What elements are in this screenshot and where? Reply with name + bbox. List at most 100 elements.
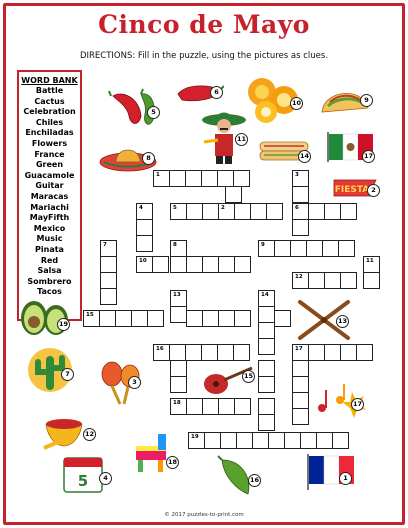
grid-cell[interactable]: 2	[218, 203, 235, 220]
grid-cell[interactable]: 3	[292, 170, 309, 187]
grid-cell[interactable]	[258, 398, 275, 415]
grid-cell[interactable]	[258, 360, 275, 377]
grid-cell[interactable]: 18	[170, 398, 187, 415]
grid-cell[interactable]	[324, 344, 341, 361]
grid-cell[interactable]: 8	[170, 240, 187, 257]
grid-cell[interactable]	[201, 170, 218, 187]
grid-cell[interactable]	[147, 310, 164, 327]
grid-cell[interactable]	[186, 203, 203, 220]
grid-cell[interactable]	[292, 219, 309, 236]
grid-cell[interactable]	[284, 432, 301, 449]
grid-cell[interactable]	[290, 240, 307, 257]
grid-cell[interactable]	[340, 272, 357, 289]
grid-cell[interactable]	[236, 432, 253, 449]
grid-cell[interactable]	[185, 170, 202, 187]
grid-cell[interactable]	[308, 344, 325, 361]
grid-cell[interactable]: 13	[170, 290, 187, 307]
grid-cell[interactable]	[186, 310, 203, 327]
grid-cell[interactable]	[340, 203, 357, 220]
grid-cell[interactable]	[185, 344, 202, 361]
grid-cell[interactable]	[274, 310, 291, 327]
grid-cell[interactable]	[218, 256, 235, 273]
grid-cell[interactable]	[204, 432, 221, 449]
grid-cell[interactable]	[324, 272, 341, 289]
grid-cell[interactable]	[268, 432, 285, 449]
grid-cell[interactable]	[170, 306, 187, 323]
grid-cell[interactable]	[131, 310, 148, 327]
grid-cell[interactable]: 4	[136, 203, 153, 220]
grid-cell[interactable]	[308, 272, 325, 289]
grid-cell[interactable]	[152, 256, 169, 273]
grid-cell[interactable]	[306, 240, 323, 257]
grid-cell[interactable]: 9	[258, 240, 275, 257]
grid-cell[interactable]	[258, 322, 275, 339]
grid-cell[interactable]	[202, 310, 219, 327]
grid-cell[interactable]: 17	[292, 344, 309, 361]
grid-cell[interactable]	[322, 240, 339, 257]
grid-cell[interactable]	[170, 256, 187, 273]
grid-cell[interactable]	[252, 432, 269, 449]
grid-cell[interactable]	[218, 310, 235, 327]
grid-cell[interactable]	[100, 256, 117, 273]
grid-cell[interactable]	[100, 288, 117, 305]
grid-cell[interactable]	[217, 344, 234, 361]
grid-cell[interactable]	[363, 272, 380, 289]
grid-cell[interactable]	[100, 272, 117, 289]
grid-cell[interactable]	[292, 408, 309, 425]
grid-cell[interactable]	[338, 240, 355, 257]
grid-cell[interactable]: 1	[153, 170, 170, 187]
grid-cell[interactable]	[292, 376, 309, 393]
grid-cell[interactable]	[258, 414, 275, 431]
grid-cell[interactable]	[99, 310, 116, 327]
grid-cell[interactable]	[258, 306, 275, 323]
grid-cell[interactable]	[218, 398, 235, 415]
grid-cell[interactable]	[186, 398, 203, 415]
grid-cell[interactable]: 16	[153, 344, 170, 361]
grid-cell[interactable]	[292, 186, 309, 203]
grid-cell[interactable]	[233, 170, 250, 187]
grid-cell[interactable]	[250, 203, 267, 220]
grid-cell[interactable]	[136, 219, 153, 236]
grid-cell[interactable]	[170, 376, 187, 393]
grid-cell[interactable]	[169, 344, 186, 361]
grid-cell[interactable]: 7	[100, 240, 117, 257]
grid-cell[interactable]: 5	[170, 203, 187, 220]
grid-cell[interactable]	[340, 344, 357, 361]
grid-cell[interactable]	[234, 256, 251, 273]
grid-cell[interactable]	[308, 203, 325, 220]
grid-cell[interactable]	[316, 432, 333, 449]
grid-cell[interactable]	[274, 240, 291, 257]
grid-cell[interactable]	[234, 398, 251, 415]
grid-cell[interactable]	[170, 360, 187, 377]
grid-cell[interactable]	[234, 203, 251, 220]
grid-cell[interactable]	[266, 203, 283, 220]
grid-cell[interactable]	[324, 203, 341, 220]
grid-cell[interactable]	[202, 256, 219, 273]
grid-cell[interactable]	[300, 432, 317, 449]
grid-cell[interactable]	[233, 344, 250, 361]
grid-cell[interactable]: 12	[292, 272, 309, 289]
grid-cell[interactable]	[332, 432, 349, 449]
grid-cell[interactable]: 6	[292, 203, 309, 220]
grid-cell[interactable]	[136, 235, 153, 252]
grid-cell[interactable]: 14	[258, 290, 275, 307]
grid-cell[interactable]	[292, 360, 309, 377]
grid-cell[interactable]	[234, 310, 251, 327]
grid-cell[interactable]	[202, 398, 219, 415]
grid-cell[interactable]: 10	[136, 256, 153, 273]
grid-cell[interactable]	[201, 344, 218, 361]
grid-cell[interactable]: 19	[188, 432, 205, 449]
grid-cell[interactable]	[258, 376, 275, 393]
grid-cell[interactable]	[115, 310, 132, 327]
grid-cell[interactable]	[220, 432, 237, 449]
grid-cell[interactable]	[292, 392, 309, 409]
grid-cell[interactable]	[356, 344, 373, 361]
grid-cell[interactable]	[217, 170, 234, 187]
grid-cell[interactable]	[258, 338, 275, 355]
grid-cell[interactable]	[202, 203, 219, 220]
grid-cell[interactable]	[225, 186, 242, 203]
grid-cell[interactable]	[186, 256, 203, 273]
grid-cell[interactable]: 11	[363, 256, 380, 273]
grid-cell[interactable]	[169, 170, 186, 187]
grid-cell[interactable]: 15	[83, 310, 100, 327]
